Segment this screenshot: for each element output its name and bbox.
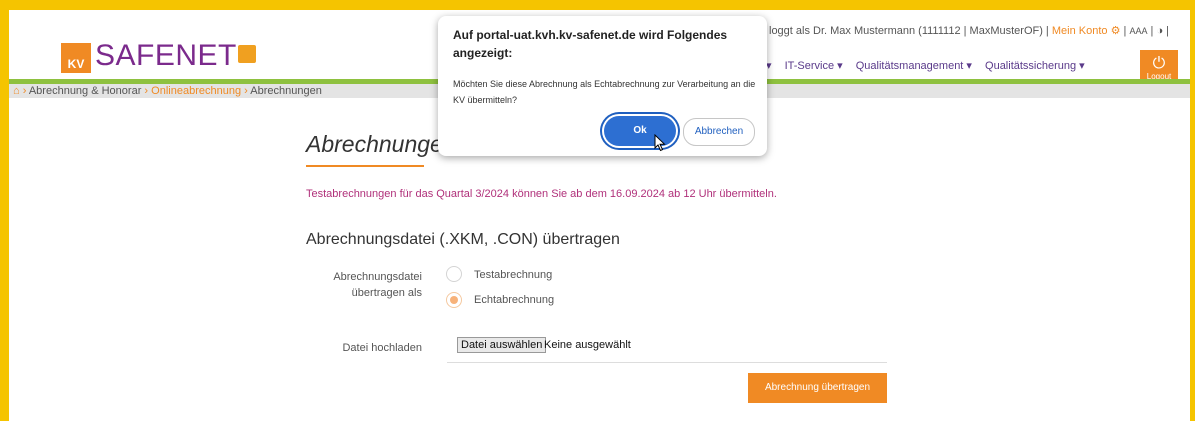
lock-icon bbox=[237, 45, 256, 63]
dialog-message: Möchten Sie diese Abrechnung als Echtabr… bbox=[453, 79, 756, 105]
breadcrumb-item-abrechnungen: Abrechnungen bbox=[250, 85, 322, 97]
test-notice: Testabrechnungen für das Quartal 3/2024 … bbox=[306, 188, 777, 200]
logo-mark: KV bbox=[61, 43, 91, 73]
breadcrumb-item-abrechnung-honorar[interactable]: Abrechnung & Honorar bbox=[29, 85, 142, 97]
my-account-link[interactable]: Mein Konto bbox=[1052, 25, 1108, 37]
logo[interactable]: KV SAFENET bbox=[61, 38, 256, 74]
cancel-button[interactable]: Abbrechen bbox=[683, 118, 755, 146]
divider bbox=[447, 362, 887, 363]
user-info: loggt als Dr. Max Mustermann (1111112 | … bbox=[769, 25, 1170, 37]
transfer-type-label: Abrechnungsdatei übertragen als bbox=[333, 271, 422, 299]
section-title: Abrechnungsdatei (.XKM, .CON) übertragen bbox=[306, 231, 620, 248]
nav-item-qualitaetssicherung[interactable]: Qualitätssicherung ▾ bbox=[985, 60, 1085, 72]
nav-item-it-service[interactable]: IT-Service ▾ bbox=[785, 60, 843, 72]
power-icon: ⏻ bbox=[1152, 55, 1166, 72]
mouse-cursor-icon bbox=[654, 134, 666, 152]
breadcrumb-item-onlineabrechnung[interactable]: Onlineabrechnung bbox=[151, 85, 241, 97]
page-title: Abrechnungen bbox=[306, 131, 456, 157]
home-icon[interactable]: ⌂ bbox=[13, 85, 20, 97]
breadcrumb-separator: › bbox=[144, 85, 149, 97]
logo-text: SAFENET bbox=[95, 39, 237, 72]
confirm-dialog: Auf portal-uat.kvh.kv-safenet.de wird Fo… bbox=[438, 16, 767, 156]
submit-billing-button[interactable]: Abrechnung übertragen bbox=[748, 373, 887, 403]
settings-icon[interactable]: ⚙ bbox=[1111, 25, 1121, 37]
font-size-toggle[interactable]: AAA bbox=[1129, 26, 1147, 36]
title-underline bbox=[306, 165, 424, 167]
logged-in-user: loggt als Dr. Max Mustermann (1111112 | … bbox=[769, 25, 1049, 37]
radio-echtabrechnung[interactable] bbox=[446, 292, 462, 308]
radio-testabrechnung[interactable] bbox=[446, 266, 462, 282]
breadcrumb-separator: › bbox=[244, 85, 248, 97]
file-status: Keine ausgewählt bbox=[544, 339, 631, 351]
main-nav: ▾ IT-Service ▾ Qualitätsmanagement ▾ Qua… bbox=[766, 59, 1095, 72]
dialog-title: Auf portal-uat.kvh.kv-safenet.de wird Fo… bbox=[453, 28, 728, 60]
page: KV SAFENET loggt als Dr. Max Mustermann … bbox=[9, 10, 1190, 421]
radio-testabrechnung-label[interactable]: Testabrechnung bbox=[474, 269, 552, 281]
contrast-toggle-icon[interactable]: ◑ bbox=[1156, 25, 1163, 37]
choose-file-button[interactable]: Datei auswählen bbox=[457, 337, 547, 353]
nav-item-qualitaetsmanagement[interactable]: Qualitätsmanagement ▾ bbox=[856, 60, 972, 72]
breadcrumb-separator: › bbox=[22, 85, 27, 97]
upload-label: Datei hochladen bbox=[342, 342, 422, 354]
radio-echtabrechnung-label[interactable]: Echtabrechnung bbox=[474, 294, 554, 306]
